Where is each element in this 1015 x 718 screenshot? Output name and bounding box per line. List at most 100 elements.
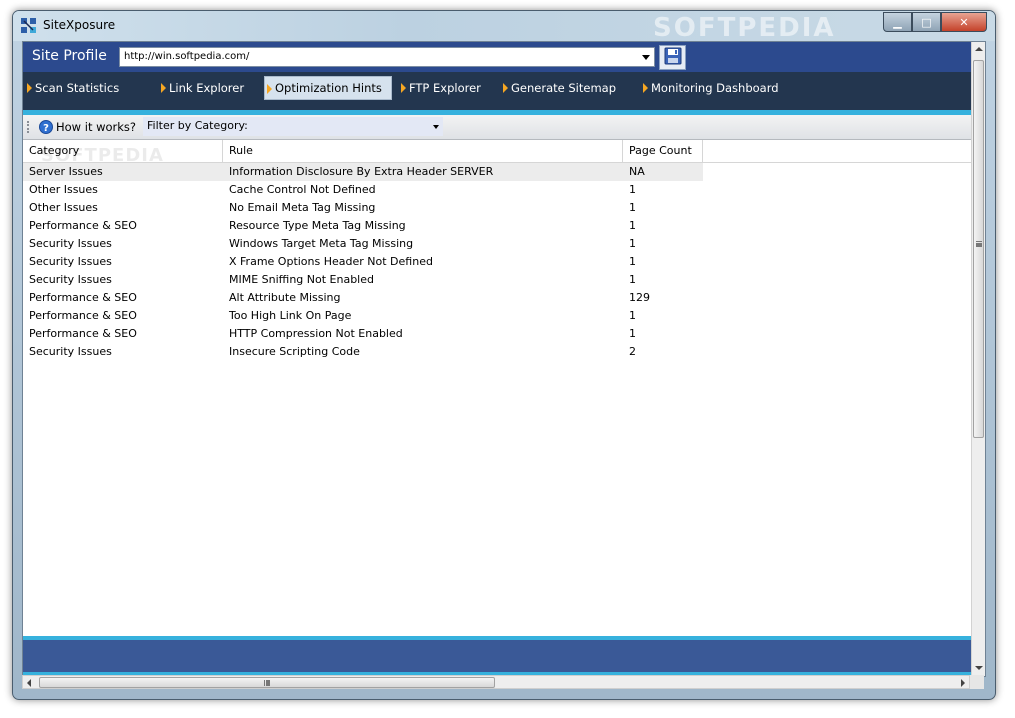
filter-by-category-dropdown[interactable]: Filter by Category: bbox=[143, 117, 443, 136]
tab-ftp-explorer[interactable]: FTP Explorer bbox=[399, 78, 481, 98]
tab-label: Optimization Hints bbox=[275, 81, 382, 95]
svg-text:?: ? bbox=[43, 123, 49, 134]
cell-page-count: 1 bbox=[629, 309, 636, 322]
sitexposure-app-icon bbox=[21, 18, 37, 34]
footer-band bbox=[23, 636, 971, 676]
hints-toolbar: ? How it works? Filter by Category: bbox=[23, 115, 971, 140]
tab-label: FTP Explorer bbox=[409, 81, 481, 95]
cell-page-count: 1 bbox=[629, 327, 636, 340]
cell-rule: Resource Type Meta Tag Missing bbox=[229, 219, 406, 232]
save-profile-button[interactable] bbox=[659, 45, 686, 70]
cell-rule: Too High Link On Page bbox=[229, 309, 352, 322]
cell-page-count: NA bbox=[629, 165, 645, 178]
cell-category: Security Issues bbox=[29, 345, 112, 358]
cell-page-count: 1 bbox=[629, 183, 636, 196]
tab-arrow-icon bbox=[401, 83, 406, 93]
chevron-down-icon[interactable] bbox=[433, 125, 439, 129]
toolbar-grip-icon[interactable] bbox=[27, 121, 31, 133]
tab-optimization-hints[interactable]: Optimization Hints bbox=[264, 76, 392, 100]
tab-arrow-icon bbox=[161, 83, 166, 93]
minimize-button[interactable]: ▁ bbox=[883, 12, 912, 32]
tab-generate-sitemap[interactable]: Generate Sitemap bbox=[501, 78, 616, 98]
cell-category: Security Issues bbox=[29, 273, 112, 286]
main-tab-bar: Scan Statistics Link Explorer Optimizati… bbox=[23, 72, 971, 110]
maximize-icon: □ bbox=[921, 15, 932, 29]
tab-label: Link Explorer bbox=[169, 81, 245, 95]
scroll-down-icon[interactable] bbox=[975, 666, 983, 670]
site-url-value: http://win.softpedia.com/ bbox=[124, 51, 250, 62]
cell-page-count: 1 bbox=[629, 201, 636, 214]
cell-page-count: 1 bbox=[629, 255, 636, 268]
cell-page-count: 1 bbox=[629, 219, 636, 232]
vertical-scrollbar[interactable] bbox=[971, 42, 985, 676]
tab-arrow-icon bbox=[643, 83, 648, 93]
title-watermark: SOFTPEDIA bbox=[653, 13, 836, 43]
tab-scan-statistics[interactable]: Scan Statistics bbox=[25, 78, 119, 98]
window-controls: ▁ □ ✕ bbox=[883, 12, 987, 32]
filter-by-category-label: Filter by Category: bbox=[147, 119, 248, 132]
cell-page-count: 129 bbox=[629, 291, 650, 304]
tab-monitoring-dashboard[interactable]: Monitoring Dashboard bbox=[641, 78, 779, 98]
title-bar[interactable]: SiteXposure SOFTPEDIA ▁ □ ✕ bbox=[13, 11, 995, 43]
window-title: SiteXposure bbox=[43, 18, 116, 32]
cell-rule: Information Disclosure By Extra Header S… bbox=[229, 165, 494, 178]
site-url-combobox[interactable]: http://win.softpedia.com/ bbox=[119, 47, 655, 67]
cell-rule: Alt Attribute Missing bbox=[229, 291, 341, 304]
tab-arrow-icon bbox=[503, 83, 508, 93]
close-icon: ✕ bbox=[959, 15, 969, 29]
table-row[interactable]: Security Issues Insecure Scripting Code … bbox=[23, 343, 703, 361]
vertical-scroll-thumb[interactable] bbox=[973, 60, 984, 438]
cell-page-count: 1 bbox=[629, 237, 636, 250]
save-disk-icon bbox=[664, 47, 682, 68]
horizontal-scrollbar[interactable] bbox=[22, 675, 970, 689]
scroll-grip-icon bbox=[264, 680, 266, 686]
tab-link-explorer[interactable]: Link Explorer bbox=[159, 78, 244, 98]
chevron-down-icon[interactable] bbox=[642, 55, 650, 60]
cell-rule: Windows Target Meta Tag Missing bbox=[229, 237, 414, 250]
tab-arrow-icon bbox=[267, 84, 272, 94]
cell-category: Performance & SEO bbox=[29, 327, 137, 340]
horizontal-scroll-thumb[interactable] bbox=[39, 677, 495, 688]
cell-category: Other Issues bbox=[29, 183, 98, 196]
table-row[interactable]: Security Issues X Frame Options Header N… bbox=[23, 253, 703, 271]
cell-category: Performance & SEO bbox=[29, 291, 137, 304]
tab-arrow-icon bbox=[27, 83, 32, 93]
tab-label: Scan Statistics bbox=[35, 81, 120, 95]
table-row[interactable]: Performance & SEO HTTP Compression Not E… bbox=[23, 325, 703, 343]
cell-category: Performance & SEO bbox=[29, 219, 137, 232]
table-row[interactable]: Performance & SEO Alt Attribute Missing … bbox=[23, 289, 703, 307]
table-row[interactable]: Other Issues No Email Meta Tag Missing 1 bbox=[23, 199, 703, 217]
cell-rule: No Email Meta Tag Missing bbox=[229, 201, 376, 214]
grid-header-row: Category Rule Page Count bbox=[23, 140, 971, 163]
scroll-right-icon[interactable] bbox=[961, 679, 965, 687]
help-question-icon[interactable]: ? bbox=[39, 120, 53, 134]
maximize-button[interactable]: □ bbox=[912, 12, 941, 32]
cell-category: Server Issues bbox=[29, 165, 103, 178]
table-row[interactable]: Performance & SEO Resource Type Meta Tag… bbox=[23, 217, 703, 235]
cell-category: Security Issues bbox=[29, 237, 112, 250]
cell-page-count: 2 bbox=[629, 345, 636, 358]
table-row[interactable]: Other Issues Cache Control Not Defined 1 bbox=[23, 181, 703, 199]
app-window: SiteXposure SOFTPEDIA ▁ □ ✕ Site Profile… bbox=[12, 10, 996, 700]
scroll-up-icon[interactable] bbox=[975, 47, 983, 51]
cell-category: Performance & SEO bbox=[29, 309, 137, 322]
scrollbar-corner bbox=[970, 675, 984, 689]
cell-category: Other Issues bbox=[29, 201, 98, 214]
cell-rule: X Frame Options Header Not Defined bbox=[229, 255, 433, 268]
tab-label: Generate Sitemap bbox=[511, 81, 616, 95]
table-row[interactable]: Performance & SEO Too High Link On Page … bbox=[23, 307, 703, 325]
site-profile-bar: Site Profile http://win.softpedia.com/ bbox=[23, 42, 971, 73]
minimize-icon: ▁ bbox=[893, 15, 902, 29]
table-row[interactable]: Security Issues MIME Sniffing Not Enable… bbox=[23, 271, 703, 289]
cell-rule: Cache Control Not Defined bbox=[229, 183, 376, 196]
table-row[interactable]: Server Issues Information Disclosure By … bbox=[23, 163, 703, 181]
table-row[interactable]: Security Issues Windows Target Meta Tag … bbox=[23, 235, 703, 253]
how-it-works-button[interactable]: How it works? bbox=[56, 120, 136, 134]
scroll-left-icon[interactable] bbox=[27, 679, 31, 687]
cell-category: Security Issues bbox=[29, 255, 112, 268]
cell-rule: MIME Sniffing Not Enabled bbox=[229, 273, 374, 286]
client-area: Site Profile http://win.softpedia.com/ S… bbox=[22, 41, 986, 677]
column-header-rule[interactable]: Rule bbox=[223, 140, 623, 162]
column-header-page-count[interactable]: Page Count bbox=[623, 140, 703, 162]
close-button[interactable]: ✕ bbox=[941, 12, 987, 32]
